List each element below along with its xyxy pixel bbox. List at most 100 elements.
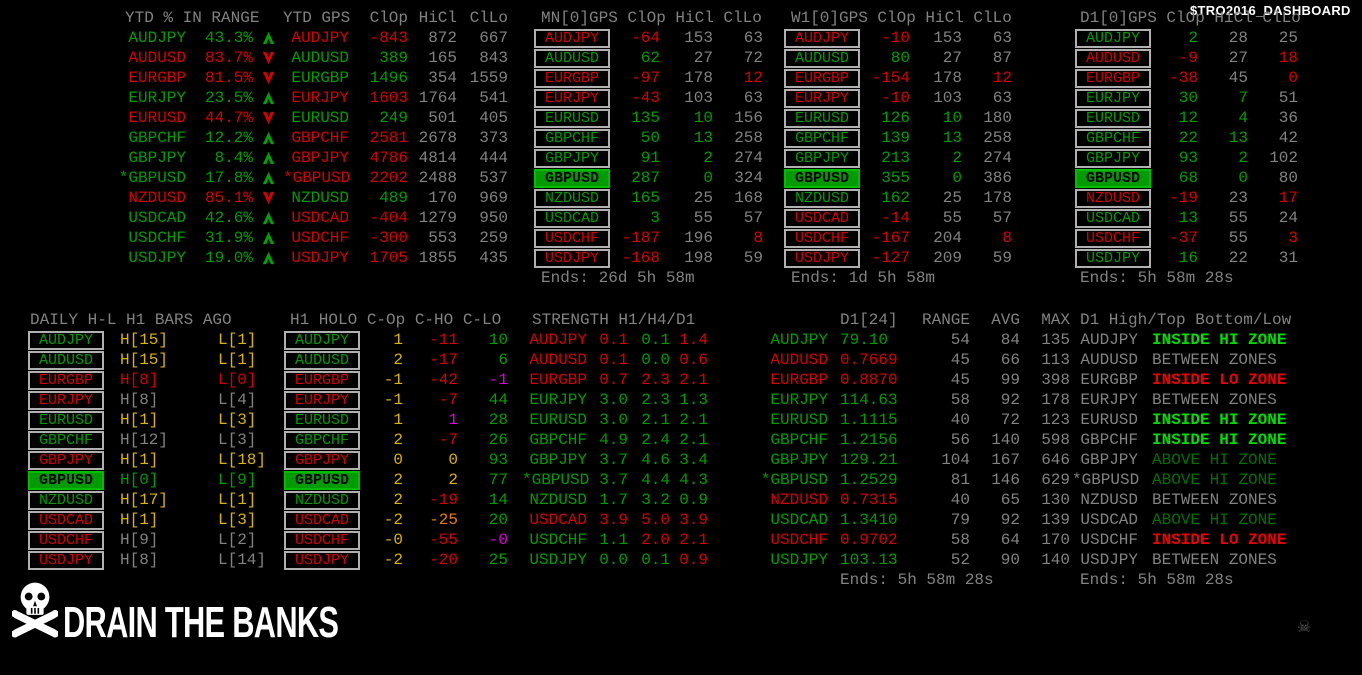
table-header: DAILY H-L H1 BARS AGO [30,311,232,329]
pair-box: GBPCHF [28,430,105,450]
pair-box: NZDUSD [28,490,105,510]
pair-box: EURJPY [284,390,365,410]
c-ho-value: -25 [429,511,458,529]
pair-box: GBPUSD [784,168,864,188]
pair-box: USDCAD [28,510,105,530]
low-bars-ago: L[14] [218,551,267,569]
pct-in-range-value: 31.9% [204,229,253,247]
table-row: EURJPY H[8] L[4] [28,390,266,410]
range-value: 58 [950,391,970,409]
cllo-value: 102 [1269,149,1298,167]
clop-value: 1705 [369,249,408,267]
pair-box: AUDJPY [28,330,105,350]
strength-h1: 3.0 [599,391,628,409]
pair-label: NZDUSD [529,491,587,509]
range-value: 40 [950,411,970,429]
strength-h1: 0.1 [599,351,628,369]
cllo-value: 42 [1278,129,1298,147]
hicl-value: 178 [933,69,962,87]
cllo-value: 36 [1278,109,1298,127]
cllo-value: 444 [479,149,508,167]
clop-value: 213 [881,149,910,167]
cllo-value: 87 [992,49,1012,67]
clop-value: -10 [881,29,910,47]
table-row: USDCAD -404 1279 950 [283,208,508,228]
price-value: 0.8870 [840,371,898,389]
table-row: GBPCHF 2581 2678 373 [283,128,508,148]
table-header: H1 HOLO C-Op C-HO C-LO [290,311,502,329]
strength-d1: 2.1 [679,431,708,449]
countdown-label: Ends: 5h 58m 28s [840,571,994,589]
pair-label: USDCHF [534,228,610,248]
zone-status: BETWEEN ZONES [1152,391,1277,409]
pair-box: AUDJPY [284,330,365,350]
low-bars-ago: L[3] [218,511,257,529]
pair-label: EURJPY [534,88,610,108]
h1-holo-table: H1 HOLO C-Op C-HO C-LO AUDJPY 1 -11 10 A… [284,310,508,570]
high-bars-ago: H[12] [120,431,169,449]
strength-h4: 0.1 [641,551,670,569]
table-row: USDJPY -127 209 59 [784,248,1012,268]
pair-label: USDJPY [770,551,828,569]
table-row: USDCHF INSIDE LO ZONE [1072,530,1291,550]
clop-value: 3 [650,209,660,227]
avg-value: 92 [1000,391,1020,409]
table-row: EURJPY -10 103 63 [784,88,1012,108]
hicl-value: 13 [693,129,713,147]
strength-h4: 5.0 [641,511,670,529]
clop-value: -404 [369,209,408,227]
d1-zone-table: D1 High/Top Bottom/Low AUDJPY INSIDE HI … [1072,310,1291,590]
pair-label: EURJPY [529,391,587,409]
table-row: GBPCHF 50 13 258 [534,128,763,148]
zone-status: BETWEEN ZONES [1152,551,1277,569]
pair-label: USDJPY [529,551,587,569]
c-lo-value: 28 [488,411,508,429]
table-row: EURJPY 1603 1764 541 [283,88,508,108]
strength-h1: 4.9 [599,431,628,449]
hicl-value: 4814 [418,149,457,167]
hicl-value: 13 [942,129,962,147]
table-row: USDCAD 42.6% [118,208,291,228]
cllo-value: 537 [479,169,508,187]
pair-label: EURJPY [1075,88,1151,108]
pair-label: AUDUSD [284,350,360,370]
pair-label: EURGBP [128,69,186,87]
table-row: GBPCHF H[12] L[3] [28,430,266,450]
pair-box: GBPCHF [784,128,864,148]
table-row: USDCHF H[9] L[2] [28,530,266,550]
clop-value: 12 [1178,109,1198,127]
zone-status: INSIDE HI ZONE [1152,411,1287,429]
cllo-value: 3 [1288,229,1298,247]
col-header: HiCl [418,9,457,27]
pair-label: EURGBP [534,68,610,88]
strength-d1: 2.1 [679,531,708,549]
zone-status: INSIDE LO ZONE [1152,371,1287,389]
cllo-value: 667 [479,29,508,47]
table-row: AUDJPY 43.3% [118,28,291,48]
pair-label: AUDUSD [291,49,349,67]
pair-label: GBPJPY [1080,451,1138,469]
range-value: 45 [950,351,970,369]
cllo-value: 63 [743,29,763,47]
table-row: GBPJPY 129.21 104 167 646 [760,450,1070,470]
clop-value: 249 [379,109,408,127]
c-op-value: 0 [393,451,403,469]
c-ho-value: -11 [429,331,458,349]
pair-label: NZDUSD [1080,491,1138,509]
max-value: 113 [1041,351,1070,369]
hicl-value: 27 [1228,49,1248,67]
max-value: 170 [1041,531,1070,549]
clop-value: 93 [1178,149,1198,167]
pair-label: NZDUSD [291,189,349,207]
avg-value: 72 [1000,411,1020,429]
pair-label: AUDJPY [1080,331,1138,349]
hicl-value: 10 [942,109,962,127]
max-value: 646 [1041,451,1070,469]
hicl-value: 501 [428,109,457,127]
pair-box: GBPJPY [28,450,105,470]
c-op-value: 1 [393,331,403,349]
w1-gps-table: W1[0]GPS ClOp HiCl ClLo AUDJPY -10 153 6… [784,8,1012,288]
table-header: YTD GPS ClOp HiCl ClLo [283,8,508,28]
pair-label: USDCAD [1080,511,1138,529]
col-header: AVG [991,311,1020,329]
